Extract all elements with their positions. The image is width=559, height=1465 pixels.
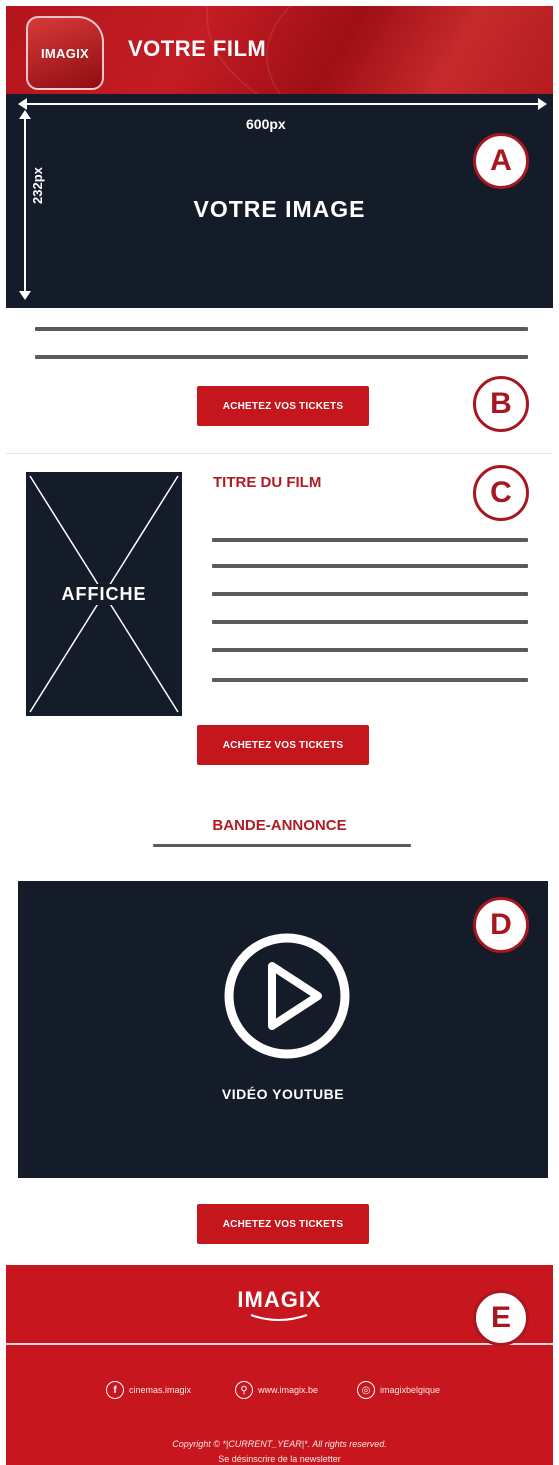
instagram-icon: ◎ [357,1381,375,1399]
logo-text: IMAGIX [40,45,90,61]
social-label: cinemas.imagix [129,1385,192,1395]
header-decoration [266,6,553,94]
social-link-instagram[interactable]: ◎ imagixbelgique [357,1381,440,1399]
text-line-placeholder [212,648,528,652]
poster-placeholder: AFFICHE [26,472,182,716]
section-divider [6,453,553,454]
section-badge-d: D [473,897,529,953]
heading-underline [153,844,411,847]
play-icon [224,933,350,1059]
text-line-placeholder [35,327,528,331]
social-link-facebook[interactable]: f cinemas.imagix [106,1381,191,1399]
text-line-placeholder [212,620,528,624]
facebook-icon: f [106,1381,124,1399]
trailer-heading: BANDE-ANNONCE [212,817,347,834]
text-line-placeholder [212,592,528,596]
social-label: imagixbelgique [380,1385,441,1395]
text-line-placeholder [212,564,528,568]
email-footer: IMAGIX f cinemas.imagix ⚲ www.imagix.be … [6,1265,553,1465]
copyright-text: Copyright © *|CURRENT_YEAR|*. All rights… [172,1439,387,1449]
buy-tickets-button[interactable]: ACHETEZ VOS TICKETS [197,1204,369,1244]
hero-image-placeholder: 600px 232px VOTRE IMAGE [6,94,553,308]
width-dimension-arrow [18,98,547,110]
text-line-placeholder [212,538,528,542]
movie-title: TITRE DU FILM [213,474,322,491]
buy-tickets-button[interactable]: ACHETEZ VOS TICKETS [197,725,369,765]
width-dimension-label: 600px [246,116,286,132]
youtube-video-placeholder[interactable]: VIDÉO YOUTUBE [18,881,548,1178]
social-link-website[interactable]: ⚲ www.imagix.be [235,1381,318,1399]
email-header: IMAGIX VOTRE FILM [6,6,553,94]
hero-image-label: VOTRE IMAGE [193,196,366,222]
section-badge-e: E [473,1290,529,1346]
section-badge-c: C [473,465,529,521]
footer-divider [6,1343,553,1345]
imagix-logo: IMAGIX [26,16,104,90]
header-title: VOTRE FILM [128,36,267,61]
link-icon: ⚲ [235,1381,253,1399]
email-template-preview: IMAGIX VOTRE FILM 600px 232px VOTRE IMAG… [0,0,559,1465]
social-label: www.imagix.be [258,1385,319,1395]
buy-tickets-button[interactable]: ACHETEZ VOS TICKETS [197,386,369,426]
unsubscribe-link[interactable]: Se désinscrire de la newsletter [6,1454,553,1464]
text-line-placeholder [35,355,528,359]
poster-label: AFFICHE [26,584,182,605]
video-label: VIDÉO YOUTUBE [221,1086,345,1102]
section-badge-b: B [473,376,529,432]
text-line-placeholder [212,678,528,682]
section-badge-a: A [473,133,529,189]
footer-logo: IMAGIX [237,1287,322,1312]
logo-smile-icon [250,1314,308,1321]
